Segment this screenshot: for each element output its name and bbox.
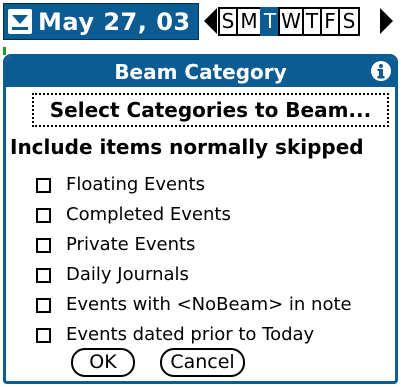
current-date: May 27, 03	[38, 7, 191, 36]
day-tue[interactable]: T	[260, 7, 280, 36]
dialog-title: Beam Category	[114, 60, 287, 84]
option-daily-journals[interactable]: Daily Journals	[36, 260, 352, 290]
option-past-events[interactable]: Events dated prior to Today	[36, 320, 352, 350]
day-sat[interactable]: S	[338, 7, 360, 36]
checkbox[interactable]	[36, 267, 51, 283]
green-marker	[3, 47, 6, 55]
beam-category-dialog: Beam Category Select Categories to Beam.…	[3, 54, 398, 384]
option-label: Events with <NoBeam> in note	[66, 294, 352, 315]
checkbox[interactable]	[36, 237, 51, 253]
day-mon[interactable]: M	[236, 7, 262, 36]
triangle-right-icon[interactable]	[379, 6, 395, 40]
checkbox[interactable]	[36, 207, 51, 223]
dialog-header: Beam Category	[6, 57, 395, 87]
option-nobeam-events[interactable]: Events with <NoBeam> in note	[36, 290, 352, 320]
top-bar: May 27, 03 S M T W T F S	[0, 0, 401, 44]
day-wed[interactable]: W	[278, 7, 304, 36]
day-sun[interactable]: S	[218, 7, 238, 36]
cancel-button[interactable]: Cancel	[160, 348, 245, 377]
date-selector-button[interactable]: May 27, 03	[3, 3, 199, 40]
option-label: Events dated prior to Today	[66, 324, 315, 345]
option-label: Completed Events	[66, 204, 231, 225]
checkbox[interactable]	[36, 327, 51, 343]
section-label: Include items normally skipped	[10, 135, 364, 159]
info-icon[interactable]	[370, 60, 392, 86]
ok-button[interactable]: OK	[71, 348, 135, 377]
option-floating-events[interactable]: Floating Events	[36, 170, 352, 200]
calendar-menu-icon	[7, 8, 33, 35]
option-label: Private Events	[66, 234, 196, 255]
day-fri[interactable]: F	[320, 7, 340, 36]
option-label: Floating Events	[66, 174, 205, 195]
option-private-events[interactable]: Private Events	[36, 230, 352, 260]
day-thu[interactable]: T	[302, 7, 322, 36]
option-label: Daily Journals	[66, 264, 189, 285]
options-list: Floating Events Completed Events Private…	[36, 170, 352, 350]
checkbox[interactable]	[36, 297, 51, 313]
option-completed-events[interactable]: Completed Events	[36, 200, 352, 230]
week-day-selector: S M T W T F S	[218, 7, 360, 36]
select-categories-trigger[interactable]: Select Categories to Beam...	[32, 93, 389, 127]
checkbox[interactable]	[36, 177, 51, 193]
triangle-left-icon[interactable]	[202, 6, 218, 40]
